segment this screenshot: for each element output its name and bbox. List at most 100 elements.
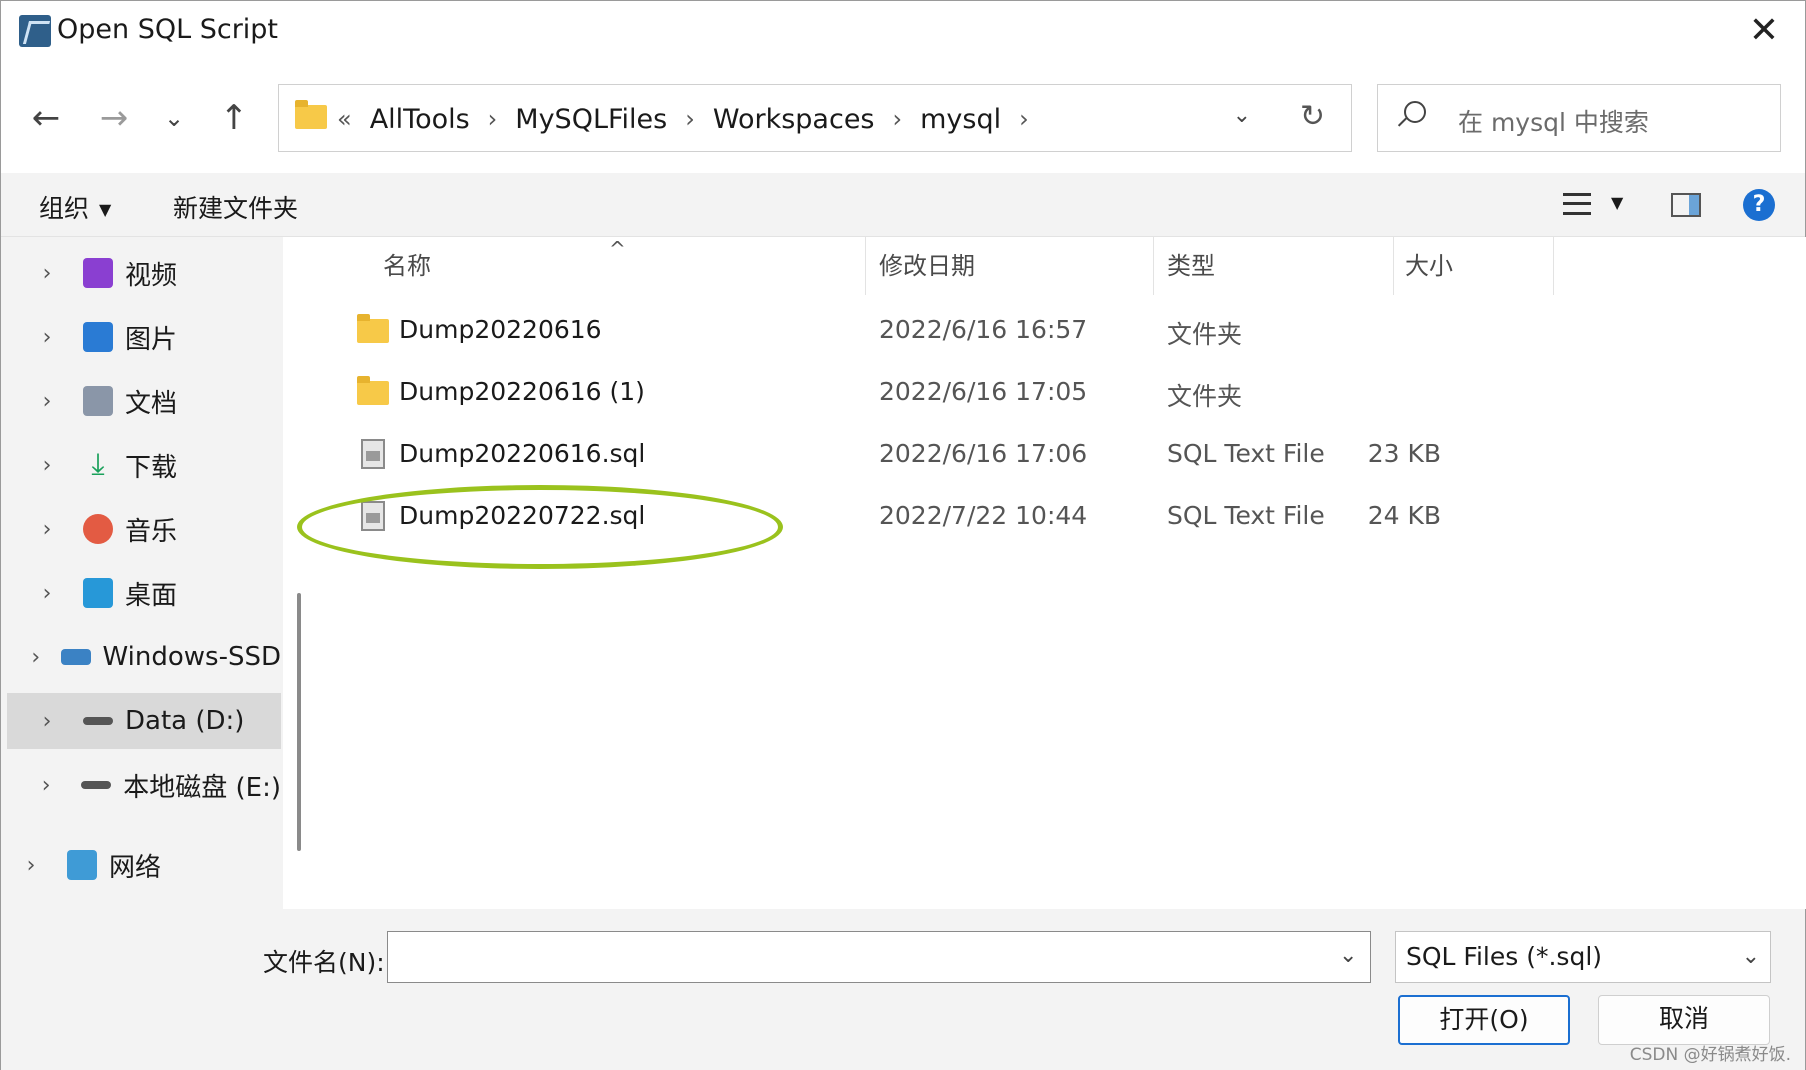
sidebar-item-downloads[interactable]: › ⤓ 下载 [7,437,281,493]
mysql-workbench-icon [19,15,51,47]
filename-label: 文件名(N): [263,948,385,977]
chevron-right-icon[interactable]: › [27,581,67,606]
back-button[interactable]: ← [23,95,69,141]
breadcrumb-mysql[interactable]: mysql [920,104,1001,135]
filetype-value: SQL Files (*.sql) [1406,942,1603,971]
address-bar[interactable]: « AllTools › MySQLFiles › Workspaces › m… [278,84,1352,152]
chevron-right-icon[interactable]: › [27,325,67,350]
sidebar-item-local-disk-e[interactable]: › 本地磁盘 (E:) [7,757,281,813]
file-row[interactable]: Dump20220616.sql 2022/6/16 17:06 SQL Tex… [317,425,1806,487]
breadcrumb-workspaces[interactable]: Workspaces [713,104,875,135]
sidebar-item-label: 视频 [125,260,178,291]
sidebar-item-label: 桌面 [125,580,178,611]
up-button[interactable]: ↑ [211,95,257,141]
filetype-select[interactable]: SQL Files (*.sql) ⌄ [1395,931,1771,983]
breadcrumb-mysqlfiles[interactable]: MySQLFiles [515,104,667,135]
sidebar-item-desktop[interactable]: › 桌面 [7,565,281,621]
chevron-right-icon[interactable]: › [27,517,67,542]
sidebar-item-videos[interactable]: › 视频 [7,245,281,301]
open-button[interactable]: 打开(O) [1398,995,1570,1045]
breadcrumb-alltools[interactable]: AllTools [370,104,470,135]
file-date: 2022/7/22 10:44 [879,501,1088,530]
new-folder-button[interactable]: 新建文件夹 [173,189,298,225]
view-caret-icon[interactable]: ▼ [1611,193,1623,212]
file-date: 2022/6/16 16:57 [879,315,1088,344]
chevron-right-icon[interactable]: › [27,773,65,798]
dialog-footer: 文件名(N): ⌄ SQL Files (*.sql) ⌄ 打开(O) 取消 C… [1,909,1805,1070]
sidebar-scrollbar[interactable] [297,593,301,851]
refresh-icon[interactable]: ↻ [1300,99,1325,134]
overflow-chevron-icon[interactable]: « [337,105,352,133]
sidebar-item-label: Data (D:) [125,706,245,736]
column-divider[interactable] [1393,237,1394,295]
file-size: 23 KB [1367,439,1441,468]
sidebar-item-label: 本地磁盘 (E:) [123,772,281,803]
help-icon[interactable]: ? [1743,189,1775,221]
watermark: CSDN @好锅煮好饭. [1629,1045,1791,1065]
organize-button[interactable]: 组织 ▼ [39,189,111,225]
sidebar-item-label: 网络 [109,852,162,883]
file-type: SQL Text File [1167,439,1325,468]
documents-icon [83,386,113,416]
chevron-right-icon[interactable]: › [685,105,695,133]
organize-label: 组织 [39,194,90,223]
column-header-name[interactable]: 名称 [383,237,431,295]
music-icon [83,514,113,544]
preview-pane-icon[interactable] [1671,193,1701,217]
sidebar-item-pictures[interactable]: › 图片 [7,309,281,365]
column-divider[interactable] [1553,237,1554,295]
chevron-right-icon[interactable]: › [27,389,67,414]
sidebar-item-documents[interactable]: › 文档 [7,373,281,429]
chevron-right-icon[interactable]: › [488,105,498,133]
chevron-right-icon[interactable]: › [27,261,67,286]
navigation-pane: › 视频 › 图片 › 文档 › ⤓ 下载 › 音乐 › 桌面 › Window… [1,237,283,909]
filename-dropdown-icon[interactable]: ⌄ [1339,943,1357,968]
file-type: 文件夹 [1167,382,1243,411]
chevron-right-icon[interactable]: › [893,105,903,133]
cancel-button[interactable]: 取消 [1598,995,1770,1045]
desktop-icon [83,578,113,608]
chevron-right-icon[interactable]: › [27,709,67,734]
column-divider[interactable] [1153,237,1154,295]
sidebar-item-network[interactable]: › 网络 [0,837,265,893]
sidebar-item-label: 音乐 [125,516,178,547]
search-box[interactable]: 在 mysql 中搜索 [1377,84,1781,152]
address-history-dropdown[interactable]: ⌄ [1233,103,1251,128]
view-options-icon[interactable] [1563,193,1591,215]
chevron-right-icon[interactable]: › [11,853,51,878]
chevron-right-icon[interactable]: › [27,453,67,478]
sql-file-icon [361,439,385,469]
sort-ascending-icon: ^ [609,237,626,261]
folder-icon [357,376,389,405]
file-row[interactable]: Dump20220616 2022/6/16 16:57 文件夹 [317,301,1806,363]
sidebar-item-label: 下载 [125,452,178,483]
file-list: 名称 ^ 修改日期 类型 大小 Dump20220616 2022/6/16 1… [317,237,1806,909]
drive-icon [81,781,112,789]
sidebar-item-label: 图片 [125,324,178,355]
close-button[interactable]: ✕ [1739,9,1789,55]
chevron-right-icon[interactable]: › [27,645,45,670]
chevron-down-icon: ⌄ [1741,944,1760,969]
file-date: 2022/6/16 17:05 [879,377,1088,406]
drive-icon [83,717,113,725]
sidebar-item-data-d[interactable]: › Data (D:) [7,693,281,749]
column-header-size[interactable]: 大小 [1405,237,1453,295]
column-header-date[interactable]: 修改日期 [879,237,975,295]
forward-button[interactable]: → [91,95,137,141]
file-row[interactable]: Dump20220722.sql 2022/7/22 10:44 SQL Tex… [317,487,1806,549]
pictures-icon [83,322,113,352]
column-divider[interactable] [865,237,866,295]
column-header-type[interactable]: 类型 [1167,237,1215,295]
file-name: Dump20220616 [399,315,602,344]
sidebar-item-music[interactable]: › 音乐 [7,501,281,557]
recent-locations-button[interactable]: ⌄ [151,95,197,141]
search-input[interactable]: 在 mysql 中搜索 [1458,103,1649,139]
filename-input[interactable] [387,931,1371,983]
file-row[interactable]: Dump20220616 (1) 2022/6/16 17:05 文件夹 [317,363,1806,425]
file-type: SQL Text File [1167,501,1325,530]
sidebar-item-windows-ssd[interactable]: › Windows-SSD [7,629,281,685]
chevron-right-icon[interactable]: › [1019,105,1029,133]
search-icon [1404,101,1426,123]
folder-icon [295,100,327,129]
open-file-dialog: Open SQL Script ✕ ← → ⌄ ↑ « AllTools › M… [0,0,1806,1070]
